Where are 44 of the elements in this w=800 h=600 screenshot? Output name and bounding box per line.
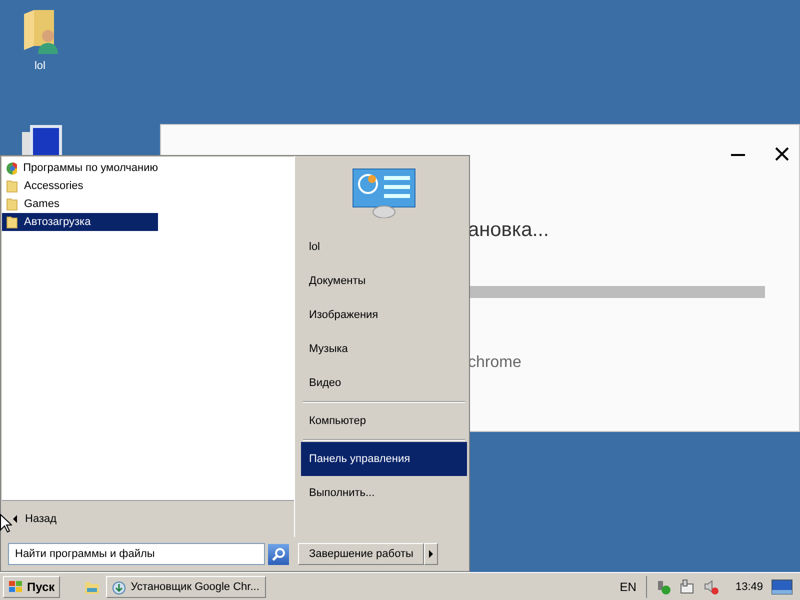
muted-speaker-icon[interactable] [703, 578, 720, 594]
clock[interactable]: 13:49 [735, 580, 763, 592]
close-button[interactable] [775, 147, 789, 161]
shutdown-options-button[interactable] [424, 543, 438, 565]
back-label: Назад [25, 513, 57, 525]
computer-icon[interactable] [20, 124, 64, 155]
folder-icon [6, 215, 18, 229]
taskbar-task-button[interactable]: Установщик Google Chr... [106, 576, 266, 598]
program-label: Accessories [24, 180, 84, 192]
folder-icon [6, 179, 18, 193]
program-label: Автозагрузка [24, 216, 91, 228]
menu-item[interactable]: Выполнить... [301, 476, 467, 510]
installer-status: ановка... [468, 219, 550, 242]
network-icon[interactable] [679, 578, 696, 594]
folder-icon [6, 197, 18, 211]
menu-item[interactable]: Музыка [301, 332, 467, 366]
search-icon [272, 547, 286, 561]
search-button[interactable] [268, 544, 289, 564]
menu-item[interactable]: Видео [301, 366, 467, 400]
desktop-icon-label: lol [34, 60, 46, 72]
left-arrow-icon [13, 515, 17, 523]
language-indicator[interactable]: EN [620, 580, 636, 594]
shutdown-button[interactable]: Завершение работы [298, 543, 424, 565]
program-label: Games [24, 198, 60, 210]
program-item[interactable]: Games [2, 195, 158, 213]
show-desktop-icon[interactable] [771, 578, 793, 594]
program-item[interactable]: Программы по умолчанию [2, 159, 158, 177]
menu-item[interactable]: lol [301, 230, 467, 264]
menu-item[interactable]: Изображения [301, 298, 467, 332]
installer-footer: chrome [468, 354, 789, 372]
control-panel-icon [352, 168, 416, 218]
start-button[interactable]: Пуск [3, 576, 60, 598]
program-item[interactable]: Accessories [2, 177, 158, 195]
menu-item[interactable]: Панель управления [301, 442, 467, 476]
mouse-cursor-icon [0, 514, 12, 533]
windows-flag-icon [8, 580, 24, 594]
program-label: Программы по умолчанию [23, 162, 158, 174]
search-field[interactable]: Найти программы и файлы [8, 543, 265, 565]
program-item[interactable]: Автозагрузка [2, 213, 158, 231]
menu-item[interactable]: Компьютер [301, 404, 467, 438]
menu-item[interactable]: Документы [301, 264, 467, 298]
right-arrow-icon [429, 550, 434, 558]
plug-check-icon[interactable] [655, 578, 672, 594]
installer-icon [110, 578, 127, 594]
